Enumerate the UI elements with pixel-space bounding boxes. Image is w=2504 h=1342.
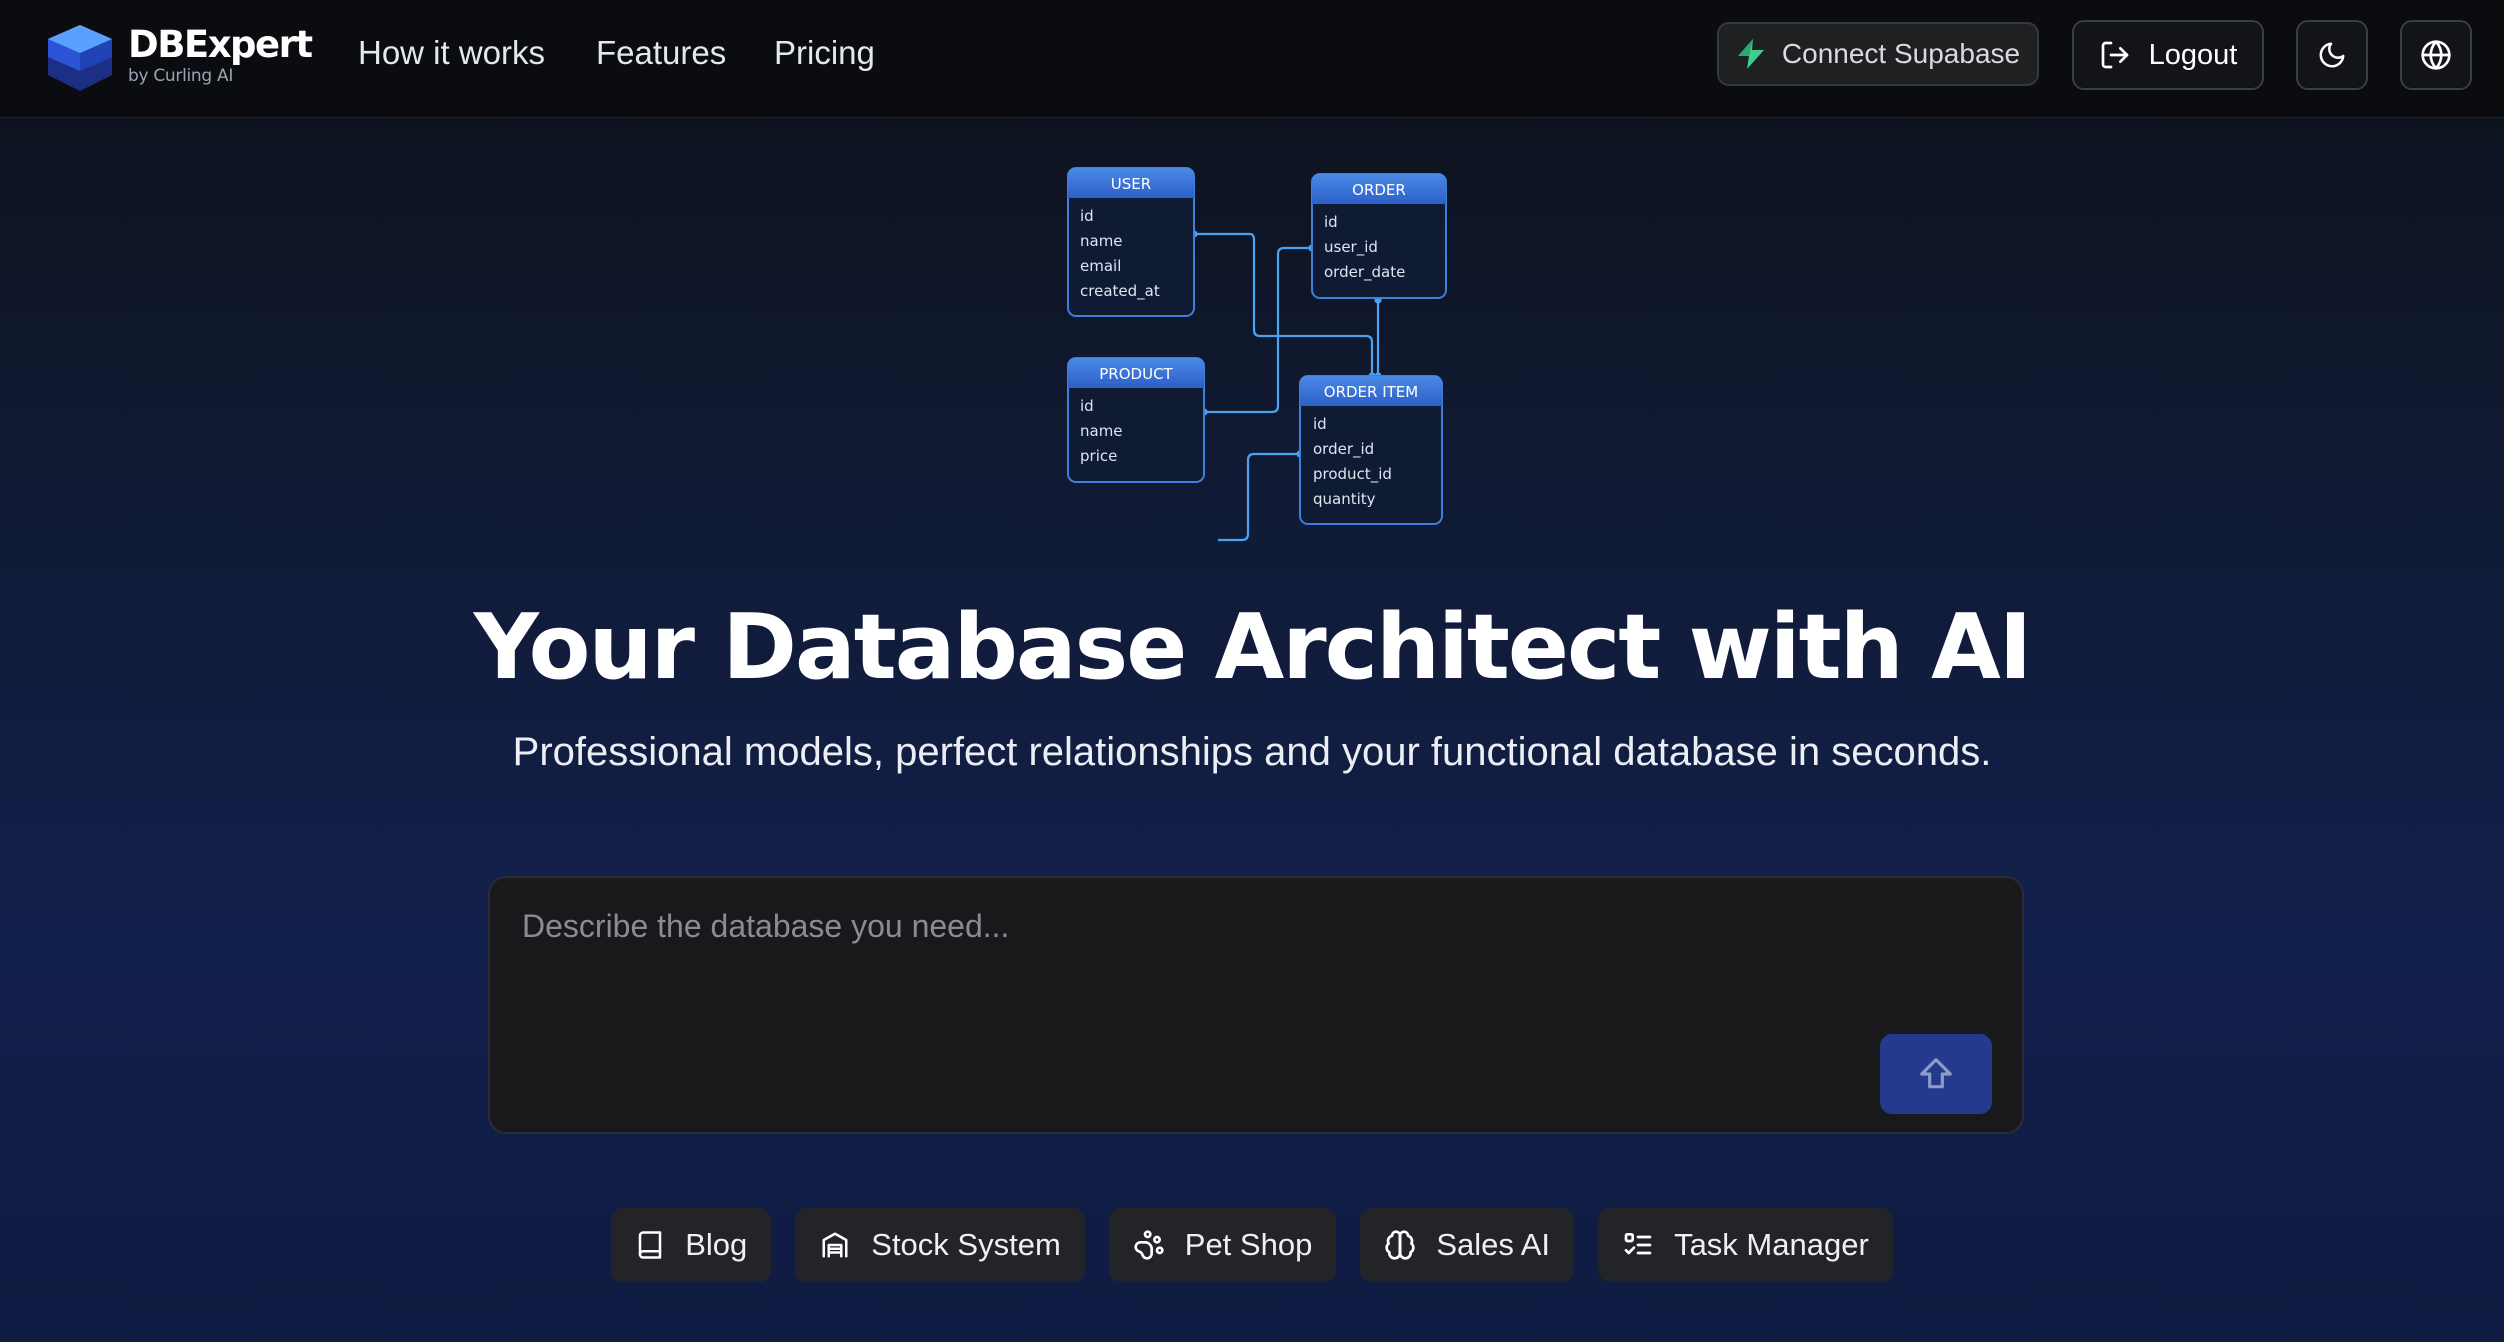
- table-order-field: order_date: [1324, 263, 1405, 282]
- table-user-field: name: [1080, 232, 1123, 250]
- logout-icon: [2099, 39, 2131, 71]
- example-chip-pet-shop[interactable]: Pet Shop: [1108, 1208, 1337, 1282]
- submit-prompt-button[interactable]: [1880, 1034, 1992, 1114]
- example-chip-label: Sales AI: [1436, 1227, 1551, 1262]
- brain-icon: [1384, 1229, 1416, 1261]
- database-stack-icon: [48, 25, 112, 91]
- example-chip-label: Stock System: [871, 1227, 1061, 1262]
- bolt-icon: [1736, 38, 1766, 70]
- table-order-item-title: ORDER ITEM: [1324, 383, 1418, 401]
- language-button[interactable]: [2400, 20, 2472, 90]
- logout-button[interactable]: Logout: [2072, 20, 2264, 90]
- table-order-item-field: id: [1313, 415, 1327, 433]
- table-order-item-field: product_id: [1313, 465, 1392, 484]
- nav-features[interactable]: Features: [596, 34, 726, 72]
- hero-title: Your Database Architect with AI: [473, 595, 2032, 700]
- table-product-field: id: [1080, 397, 1094, 415]
- example-chip-label: Task Manager: [1674, 1227, 1869, 1262]
- table-order: ORDER id user_id order_date: [1311, 173, 1447, 299]
- warehouse-icon: [819, 1230, 851, 1260]
- brand-logo[interactable]: DBExpert by Curling AI: [46, 16, 313, 94]
- book-icon: [635, 1230, 665, 1260]
- table-product-field: name: [1080, 422, 1123, 440]
- table-product-field: price: [1080, 447, 1117, 465]
- brand-tagline: by Curling AI: [128, 65, 234, 86]
- example-chip-task-manager[interactable]: Task Manager: [1598, 1208, 1893, 1282]
- example-prompts: Blog Stock System Pet Shop Sales AI Task…: [0, 1208, 2504, 1282]
- hero-subtitle: Professional models, perfect relationshi…: [512, 730, 1992, 774]
- checklist-icon: [1622, 1229, 1654, 1261]
- table-user: USER id name email created_at: [1067, 167, 1195, 317]
- table-order-title: ORDER: [1352, 181, 1406, 199]
- nav-pricing[interactable]: Pricing: [774, 34, 875, 72]
- er-diagram-illustration: USER id name email created_at ORDER id u…: [1060, 160, 1460, 550]
- example-chip-blog[interactable]: Blog: [611, 1208, 772, 1282]
- table-product: PRODUCT id name price: [1067, 357, 1205, 483]
- database-description-input[interactable]: [522, 908, 1962, 1048]
- table-order-item-field: order_id: [1313, 440, 1374, 459]
- moon-icon: [2317, 40, 2347, 70]
- arrow-up-icon: [1917, 1055, 1955, 1093]
- table-user-field: created_at: [1080, 282, 1160, 301]
- table-order-field: user_id: [1324, 238, 1378, 257]
- er-diagram-svg: USER id name email created_at ORDER id u…: [1067, 167, 1447, 542]
- brand-name: DBExpert: [128, 22, 313, 66]
- brand-text: DBExpert by Curling AI: [128, 22, 313, 86]
- connect-supabase-label: Connect Supabase: [1781, 38, 2021, 69]
- table-order-item: ORDER ITEM id order_id product_id quanti…: [1299, 375, 1443, 525]
- paw-icon: [1133, 1229, 1165, 1261]
- table-order-item-field: quantity: [1313, 490, 1376, 508]
- table-user-field: id: [1080, 207, 1094, 225]
- prompt-box: [488, 876, 2024, 1134]
- example-chip-sales-ai[interactable]: Sales AI: [1360, 1208, 1575, 1282]
- connect-supabase-button[interactable]: Connect Supabase: [1717, 22, 2039, 86]
- table-order-field: id: [1324, 213, 1338, 231]
- globe-icon: [2420, 39, 2452, 71]
- example-chip-stock-system[interactable]: Stock System: [795, 1208, 1085, 1282]
- table-user-title: USER: [1111, 175, 1151, 193]
- example-chip-label: Pet Shop: [1184, 1227, 1313, 1262]
- table-product-title: PRODUCT: [1099, 365, 1173, 383]
- logout-label: Logout: [2148, 38, 2238, 71]
- nav-how-it-works[interactable]: How it works: [358, 34, 545, 72]
- table-user-field: email: [1080, 257, 1121, 275]
- top-navbar: DBExpert by Curling AI How it works Feat…: [0, 0, 2504, 118]
- theme-toggle-button[interactable]: [2296, 20, 2368, 90]
- example-chip-label: Blog: [685, 1227, 748, 1262]
